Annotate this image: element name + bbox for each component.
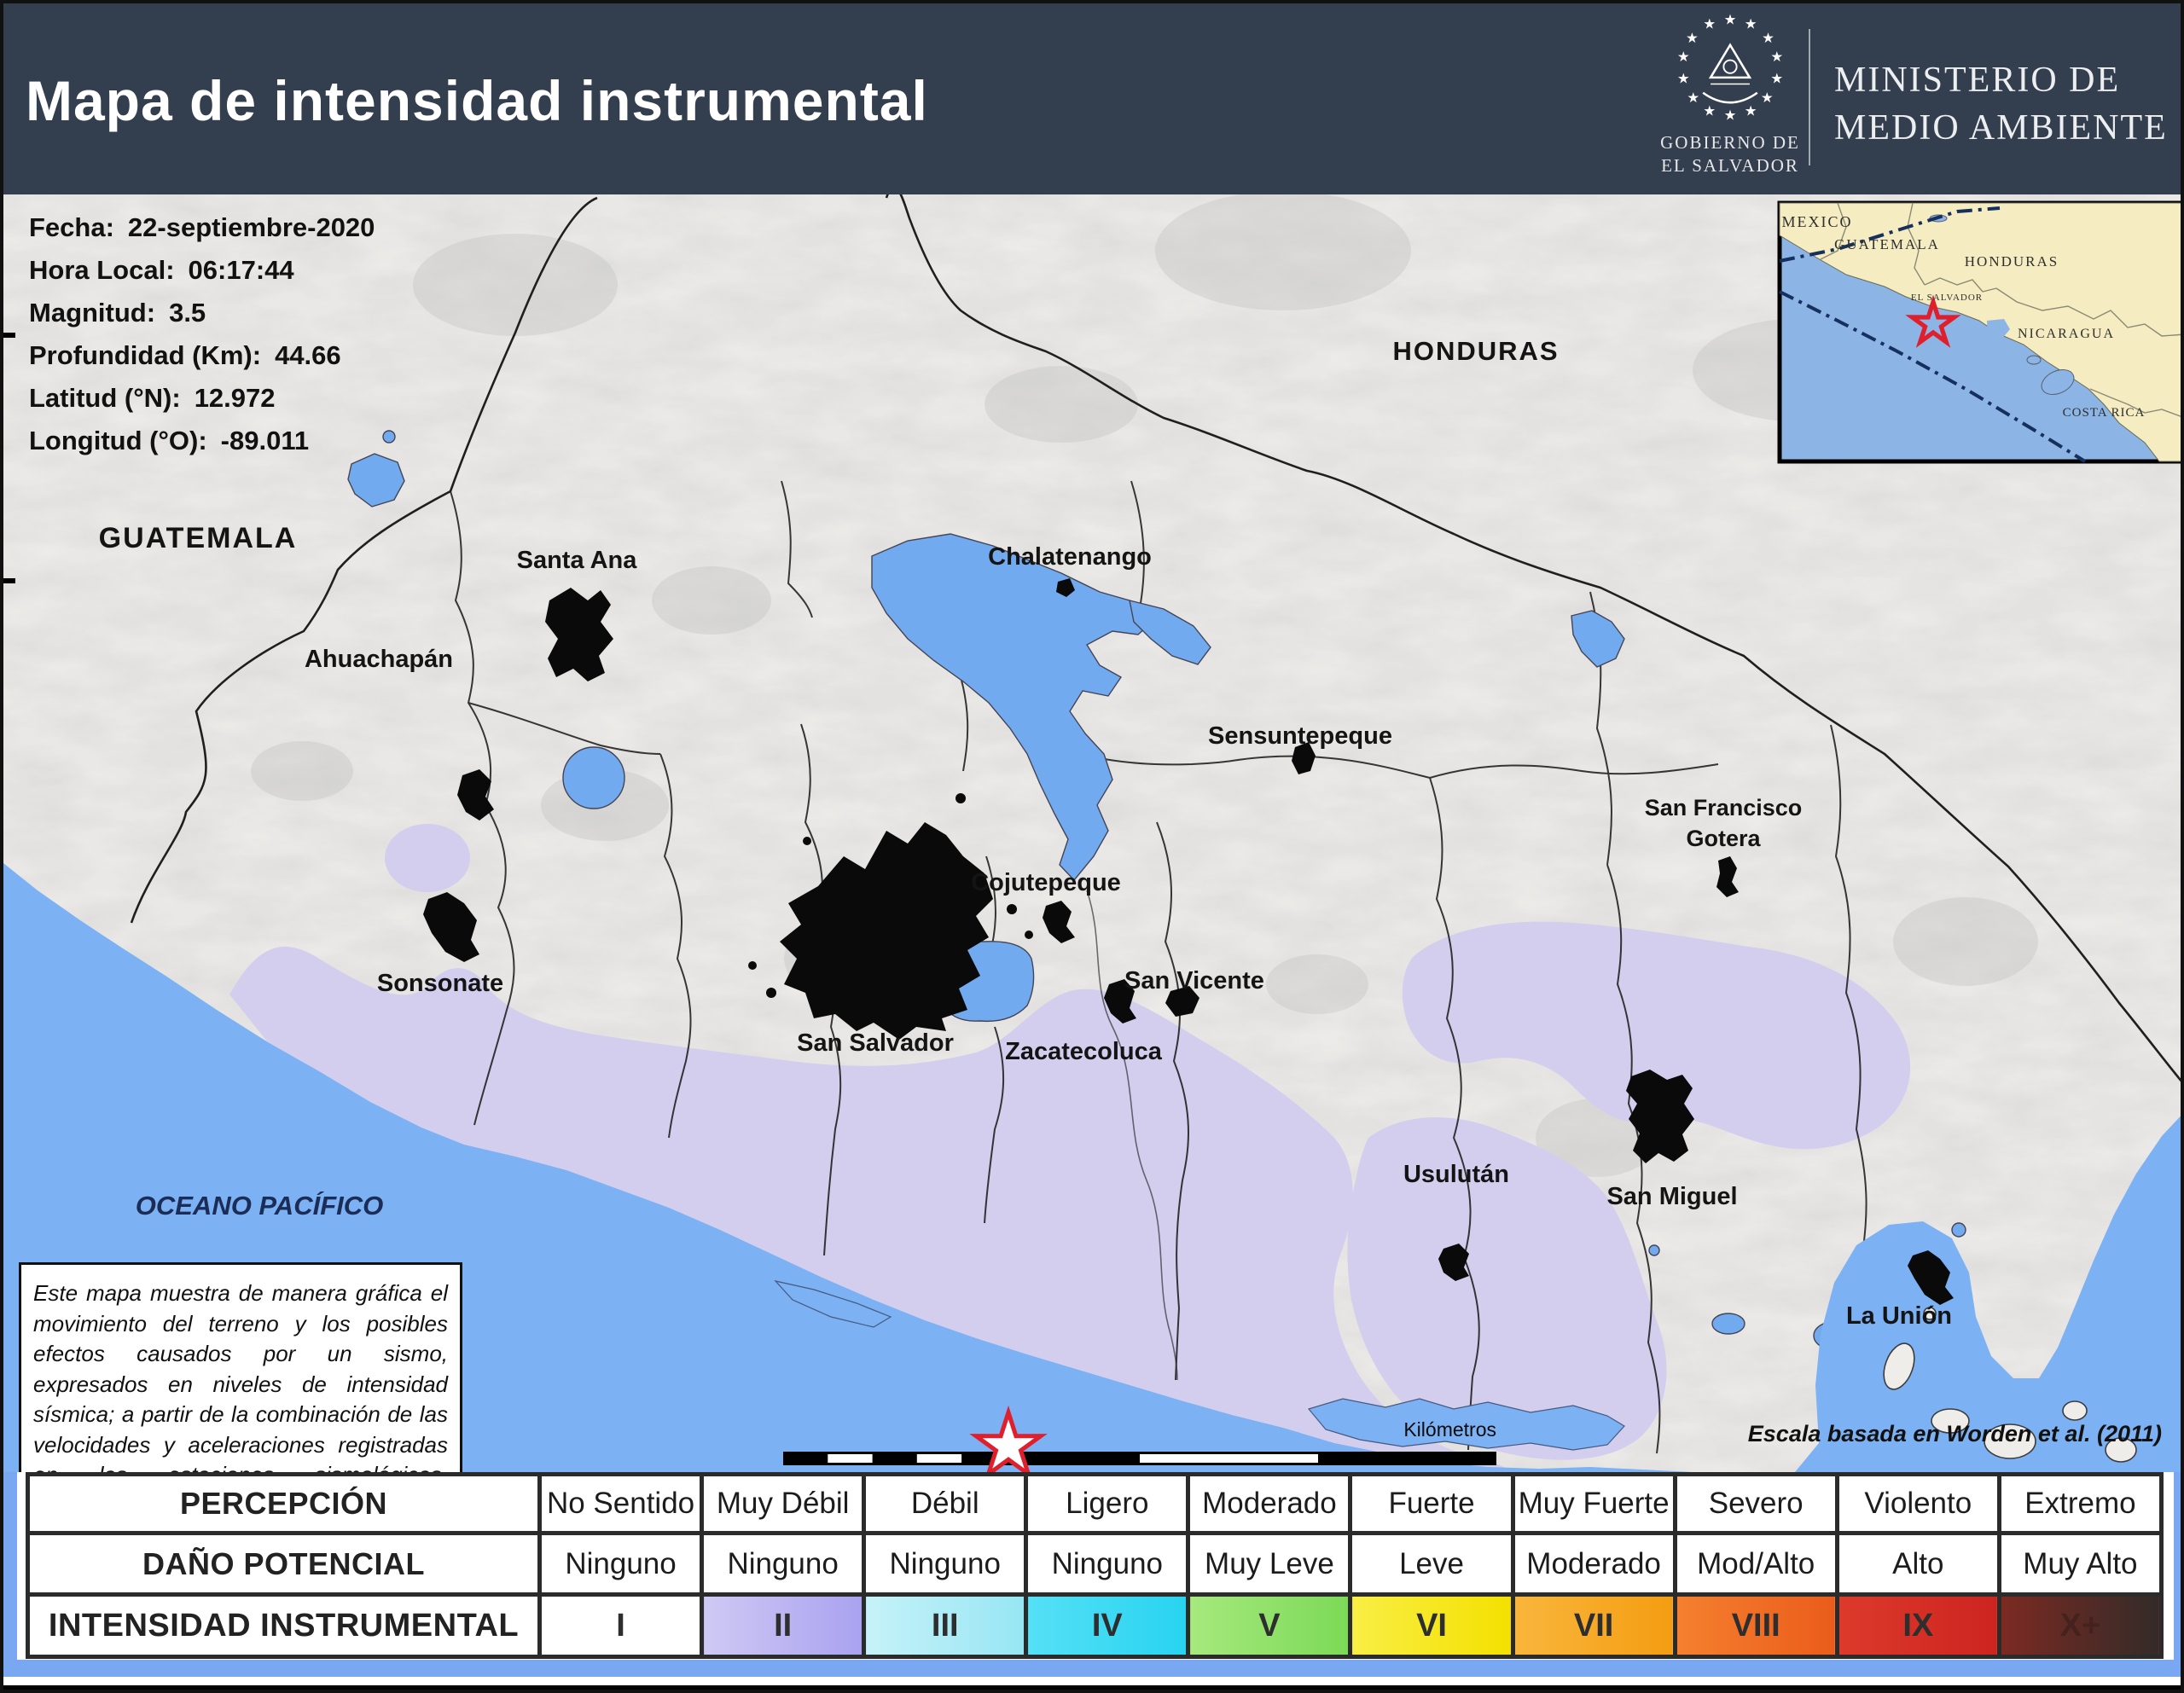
svg-text:★: ★ xyxy=(1687,90,1699,106)
perception-cell: Moderado xyxy=(1188,1475,1350,1534)
damage-cell: Alto xyxy=(1837,1534,1999,1595)
damage-cell: Mod/Alto xyxy=(1675,1534,1837,1595)
damage-row: DAÑO POTENCIAL Ninguno Ninguno Ninguno N… xyxy=(28,1534,2162,1595)
city-label: San Francisco xyxy=(1645,795,1803,820)
scale-attribution: Escala basada en Worden et al. (2011) xyxy=(1748,1421,2162,1447)
city-label: Zacatecoluca xyxy=(1005,1038,1163,1065)
map-report-page: Mapa de intensidad instrumental ★★★ ★★★ … xyxy=(0,0,2184,1693)
intensity-cell-5: V xyxy=(1188,1595,1350,1657)
damage-row-header: DAÑO POTENCIAL xyxy=(28,1534,540,1595)
city-label: San Salvador xyxy=(797,1029,954,1057)
intensity-cell-6: VI xyxy=(1350,1595,1513,1657)
inset-label-el-salvador: EL SALVADOR xyxy=(1911,293,1983,303)
svg-text:★: ★ xyxy=(1703,102,1716,119)
city-label: San Miguel xyxy=(1606,1183,1737,1210)
svg-text:★: ★ xyxy=(1770,70,1783,86)
svg-text:★: ★ xyxy=(1762,30,1774,46)
perception-row-header: PERCEPCIÓN xyxy=(28,1475,540,1534)
event-local-time: Hora Local:06:17:44 xyxy=(29,249,375,292)
country-label-guatemala: GUATEMALA xyxy=(99,522,298,554)
header-bar: Mapa de intensidad instrumental ★★★ ★★★ … xyxy=(3,3,2181,194)
perception-cell: Ligero xyxy=(1026,1475,1188,1534)
perception-cell: Débil xyxy=(864,1475,1026,1534)
government-logo: ★★★ ★★★ ★★★ ★★★ ★★ GOBIERNO DE EL SALVAD… xyxy=(1628,3,2174,194)
event-info-panel: Fecha:22-septiembre-2020 Hora Local:06:1… xyxy=(29,206,375,462)
perception-row: PERCEPCIÓN No Sentido Muy Débil Débil Li… xyxy=(28,1475,2162,1534)
damage-cell: Ninguno xyxy=(1026,1534,1188,1595)
intensity-cell-7: VII xyxy=(1513,1595,1675,1657)
intensity-cell-2: II xyxy=(702,1595,864,1657)
perception-cell: Fuerte xyxy=(1350,1475,1513,1534)
gobierno-label: GOBIERNO DE EL SALVADOR xyxy=(1628,131,1833,177)
intensity-row: INTENSIDAD INSTRUMENTAL I II III IV V VI… xyxy=(28,1595,2162,1657)
damage-cell: Ninguno xyxy=(540,1534,702,1595)
intensity-cell-10: X+ xyxy=(1999,1595,2161,1657)
ocean-label: OCEANO PACÍFICO xyxy=(136,1191,384,1220)
city-label: Gotera xyxy=(1686,826,1761,851)
perception-cell: Extremo xyxy=(1999,1475,2161,1534)
intensity-cell-9: IX xyxy=(1837,1595,1999,1657)
city-label: Sonsonate xyxy=(377,970,503,997)
svg-text:★: ★ xyxy=(1677,49,1690,65)
city-label: Chalatenango xyxy=(988,543,1152,571)
inset-label-guatemala: GUATEMALA xyxy=(1834,236,1940,252)
svg-text:★: ★ xyxy=(1677,70,1690,86)
legend-frame: PERCEPCIÓN No Sentido Muy Débil Débil Li… xyxy=(3,1472,2184,1677)
event-latitude: Latitud (°N):12.972 xyxy=(29,377,375,420)
event-depth: Profundidad (Km):44.66 xyxy=(29,334,375,377)
event-date: Fecha:22-septiembre-2020 xyxy=(29,206,375,249)
inset-map: MEXICO GUATEMALA HONDURAS EL SALVADOR NI… xyxy=(1780,203,2184,461)
intensity-cell-4: IV xyxy=(1026,1595,1188,1657)
city-label: Usulután xyxy=(1403,1161,1509,1188)
damage-cell: Muy Leve xyxy=(1188,1534,1350,1595)
svg-text:★: ★ xyxy=(1703,16,1716,32)
damage-cell: Moderado xyxy=(1513,1534,1675,1595)
damage-cell: Ninguno xyxy=(864,1534,1026,1595)
inset-label-honduras: HONDURAS xyxy=(1965,253,2059,270)
perception-cell: Violento xyxy=(1837,1475,1999,1534)
scale-unit-label: Kilómetros xyxy=(1403,1418,1496,1441)
city-label: San Vicente xyxy=(1124,967,1264,994)
page-title: Mapa de intensidad instrumental xyxy=(26,68,928,133)
damage-cell: Leve xyxy=(1350,1534,1513,1595)
cutoff-table-row xyxy=(3,1685,2184,1693)
event-longitude: Longitud (°O):-89.011 xyxy=(29,420,375,462)
damage-cell: Ninguno xyxy=(702,1534,864,1595)
perception-cell: Muy Débil xyxy=(702,1475,864,1534)
city-label: Ahuachapán xyxy=(305,646,453,673)
svg-text:★: ★ xyxy=(1770,49,1783,65)
country-label-honduras: HONDURAS xyxy=(1392,336,1559,366)
city-label: La Unión xyxy=(1846,1302,1952,1330)
intensity-cell-3: III xyxy=(864,1595,1026,1657)
perception-cell: Severo xyxy=(1675,1475,1837,1534)
intensity-cell-8: VIII xyxy=(1675,1595,1837,1657)
inset-label-costa-rica: COSTA RICA xyxy=(2063,406,2146,420)
city-label: Cojutepeque xyxy=(971,869,1121,896)
svg-text:★: ★ xyxy=(1724,107,1737,124)
svg-text:★: ★ xyxy=(1745,102,1757,119)
logo-divider xyxy=(1809,29,1810,165)
perception-cell: Muy Fuerte xyxy=(1513,1475,1675,1534)
svg-text:★: ★ xyxy=(1745,16,1757,32)
city-label: Sensuntepeque xyxy=(1208,722,1392,750)
inset-label-nicaragua: NICARAGUA xyxy=(2018,327,2115,341)
svg-text:★: ★ xyxy=(1686,30,1699,46)
intensity-row-header: INTENSIDAD INSTRUMENTAL xyxy=(28,1595,540,1657)
inset-label-mexico: MEXICO xyxy=(1782,213,1853,230)
city-label: Santa Ana xyxy=(517,547,638,574)
svg-text:★: ★ xyxy=(1761,90,1774,106)
el-salvador-emblem-icon: ★★★ ★★★ ★★★ ★★★ ★★ xyxy=(1653,10,1807,130)
ministerio-label: MINISTERIO DE MEDIO AMBIENTE xyxy=(1834,56,2168,152)
perception-cell: No Sentido xyxy=(540,1475,702,1534)
intensity-cell-1: I xyxy=(540,1595,702,1657)
svg-text:★: ★ xyxy=(1724,12,1737,28)
damage-cell: Muy Alto xyxy=(1999,1534,2161,1595)
intensity-legend-table: PERCEPCIÓN No Sentido Muy Débil Débil Li… xyxy=(26,1472,2164,1659)
event-magnitude: Magnitud:3.5 xyxy=(29,292,375,334)
